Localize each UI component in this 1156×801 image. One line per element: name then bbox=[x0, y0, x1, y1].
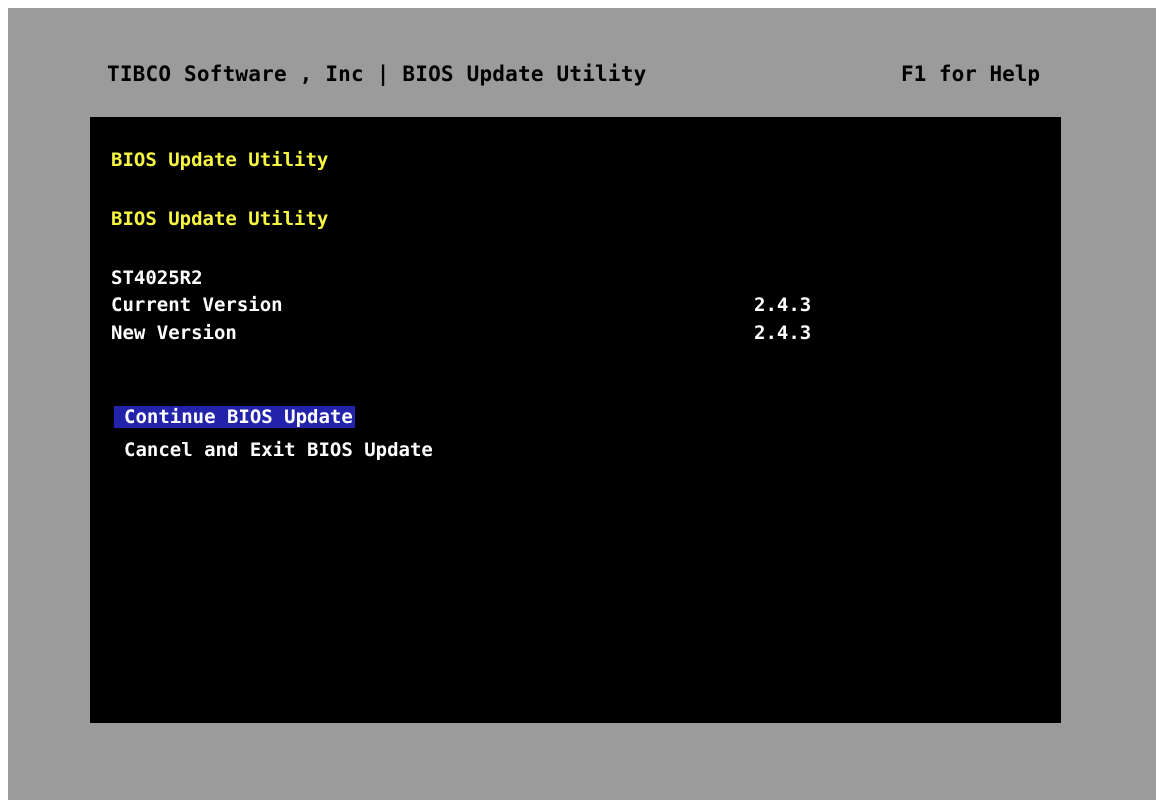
continue-bios-update-option[interactable]: Continue BIOS Update bbox=[114, 406, 355, 428]
panel-title: BIOS Update Utility bbox=[111, 149, 329, 171]
cancel-exit-bios-update-option[interactable]: Cancel and Exit BIOS Update bbox=[114, 439, 435, 461]
current-version-value: 2.4.3 bbox=[754, 294, 812, 316]
new-version-label: New Version bbox=[111, 322, 237, 344]
new-version-value: 2.4.3 bbox=[754, 322, 812, 344]
window-title: TIBCO Software , Inc | BIOS Update Utili… bbox=[107, 62, 647, 86]
main-panel: BIOS Update Utility BIOS Update Utility … bbox=[90, 117, 1061, 723]
help-hint: F1 for Help bbox=[901, 62, 1041, 86]
model-name: ST4025R2 bbox=[111, 267, 203, 289]
current-version-label: Current Version bbox=[111, 294, 283, 316]
panel-subtitle: BIOS Update Utility bbox=[111, 208, 329, 230]
